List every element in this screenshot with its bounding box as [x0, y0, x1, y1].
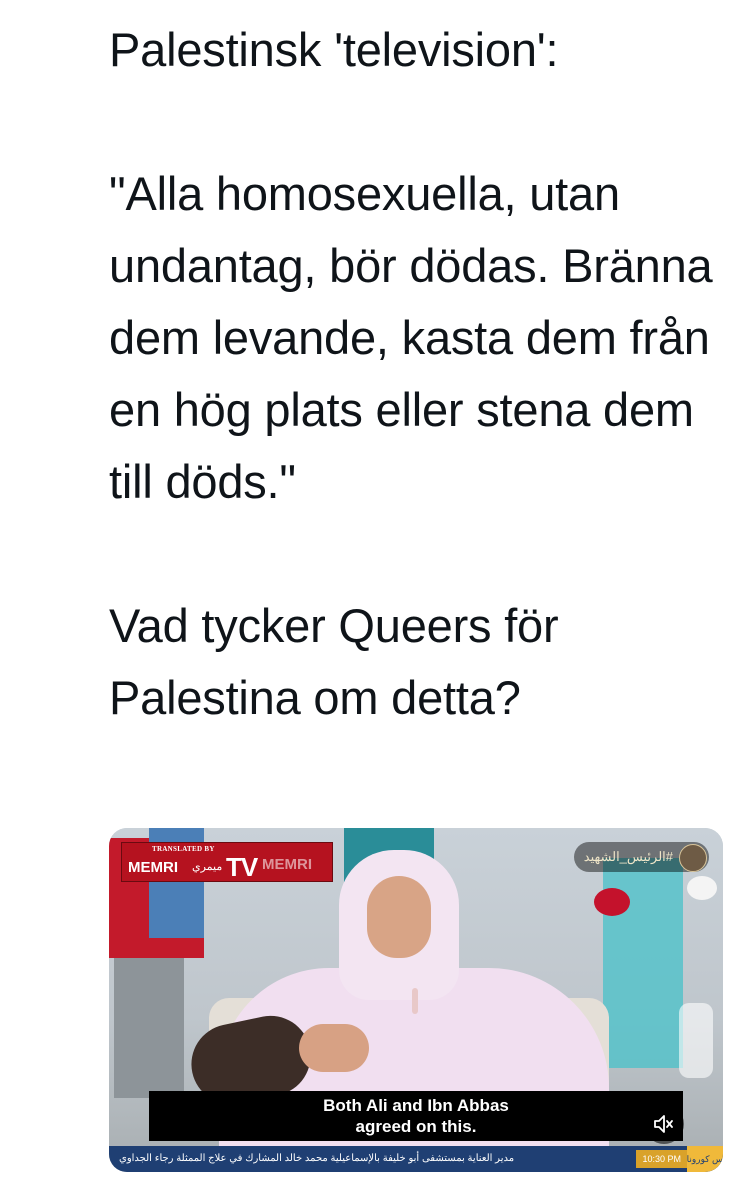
volume-muted-icon — [654, 1115, 673, 1133]
memri-tv-logo: TRANSLATED BY MEMRI ميمري TV MEMRI — [121, 842, 333, 882]
logo-top-text: TRANSLATED BY — [152, 845, 215, 853]
speaker-hand — [299, 1024, 369, 1072]
video-player[interactable]: TRANSLATED BY MEMRI ميمري TV MEMRI #الرئ… — [109, 828, 723, 1172]
news-ticker: مدير العناية بمستشفى أبو خليفة بالإسماعي… — [109, 1146, 723, 1172]
mute-button[interactable] — [644, 1104, 684, 1144]
logo-memri-text: MEMRI — [128, 859, 178, 876]
video-subtitle: Both Ali and Ibn Abbas agreed on this. — [149, 1091, 683, 1141]
logo-arabic-text: ميمري — [192, 861, 223, 873]
ticker-tag: س كورونا — [687, 1146, 723, 1172]
channel-badge-text: #الرئيس_الشهيد — [583, 849, 673, 864]
logo-tv-text: TV — [226, 852, 258, 882]
white-flower — [687, 876, 717, 900]
backdrop-shelf — [114, 958, 184, 1098]
ticker-time: 10:30 PM — [636, 1150, 687, 1168]
tweet-text: Palestinsk 'television': "Alla homosexue… — [109, 23, 713, 724]
ticker-text: مدير العناية بمستشفى أبو خليفة بالإسماعي… — [119, 1153, 515, 1164]
speaker-face — [367, 876, 431, 958]
speaker-necklace — [412, 988, 418, 1014]
logo-right-text: MEMRI — [262, 856, 312, 873]
channel-badge: #الرئيس_الشهيد — [573, 842, 709, 872]
flower-vase — [679, 1003, 713, 1078]
red-flower — [594, 888, 630, 916]
channel-avatar — [679, 844, 707, 872]
